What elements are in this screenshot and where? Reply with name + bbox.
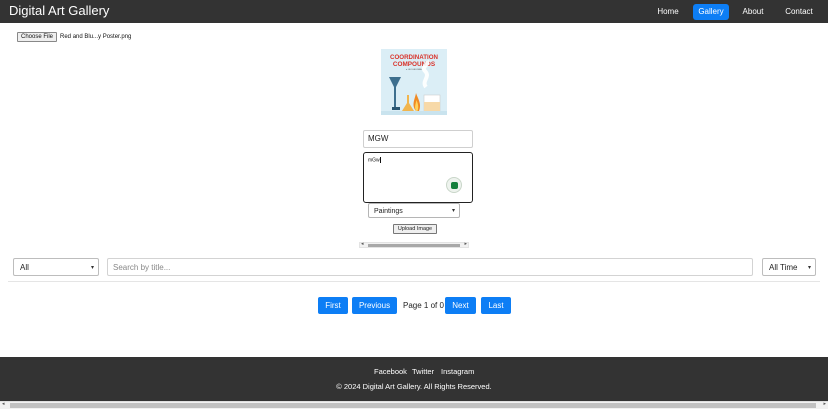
nav-about[interactable]: About [734,4,772,20]
footer-link-twitter[interactable]: Twitter [412,367,434,376]
category-select[interactable]: Paintings ▾ [368,203,460,218]
brand-title[interactable]: Digital Art Gallery [9,3,109,18]
scrollbar-thumb[interactable] [10,403,816,408]
first-page-button[interactable]: First [318,297,348,314]
filter-time-select[interactable]: All Time ▾ [762,258,816,276]
title-input[interactable]: MGW [363,130,473,148]
scroll-left-icon[interactable]: ◂ [2,401,5,407]
preview-title-line1: COORDINATION [390,54,439,61]
next-page-button[interactable]: Next [445,297,476,314]
page-info: Page 1 of 0 [403,301,444,310]
preview-caption: ● LEO HELLMAN [406,68,422,71]
chevron-down-icon: ▾ [90,265,94,271]
search-input[interactable]: Search by title... [107,258,753,276]
category-selected-value: Paintings [374,208,403,215]
image-preview: COORDINATION COMPOUNDS ● LEO HELLMAN [381,49,447,115]
previous-page-button[interactable]: Previous [352,297,397,314]
footer: Facebook Twitter Instagram © 2024 Digita… [0,357,828,401]
preview-title-line2: COMPOUNDS [393,61,436,68]
description-text: mGw [368,157,380,164]
filter-category-select[interactable]: All ▾ [13,258,99,276]
upload-image-button[interactable]: Upload Image [393,224,437,234]
filter-category-value: All [20,263,29,272]
nav-contact[interactable]: Contact [776,4,822,20]
selected-file-name: Red and Blu...y Poster.png [60,34,132,40]
chevron-down-icon: ▾ [807,265,811,271]
file-input[interactable]: Choose File Red and Blu...y Poster.png [17,32,131,42]
footer-link-instagram[interactable]: Instagram [441,367,474,376]
nav-gallery[interactable]: Gallery [693,4,729,20]
page-horizontal-scrollbar[interactable]: ◂ ▸ [0,401,828,409]
form-horizontal-scrollbar[interactable]: ◂ ▸ [359,241,469,248]
text-cursor [379,157,381,163]
divider [8,281,820,282]
scrollbar-thumb[interactable] [368,244,460,247]
scroll-right-icon[interactable]: ▸ [464,241,467,247]
nav-home[interactable]: Home [649,4,687,20]
grammar-assistant-icon[interactable] [446,177,462,193]
navbar: Digital Art Gallery Home Gallery About C… [0,0,828,23]
last-page-button[interactable]: Last [481,297,511,314]
assistant-glyph-icon [450,181,458,189]
choose-file-button[interactable]: Choose File [17,32,58,42]
scroll-left-icon[interactable]: ◂ [361,241,364,247]
scroll-right-icon[interactable]: ▸ [823,401,826,407]
footer-link-facebook[interactable]: Facebook [374,367,407,376]
chevron-down-icon: ▾ [451,208,455,214]
filter-time-value: All Time [769,263,798,272]
copyright-text: © 2024 Digital Art Gallery. All Rights R… [336,382,492,391]
